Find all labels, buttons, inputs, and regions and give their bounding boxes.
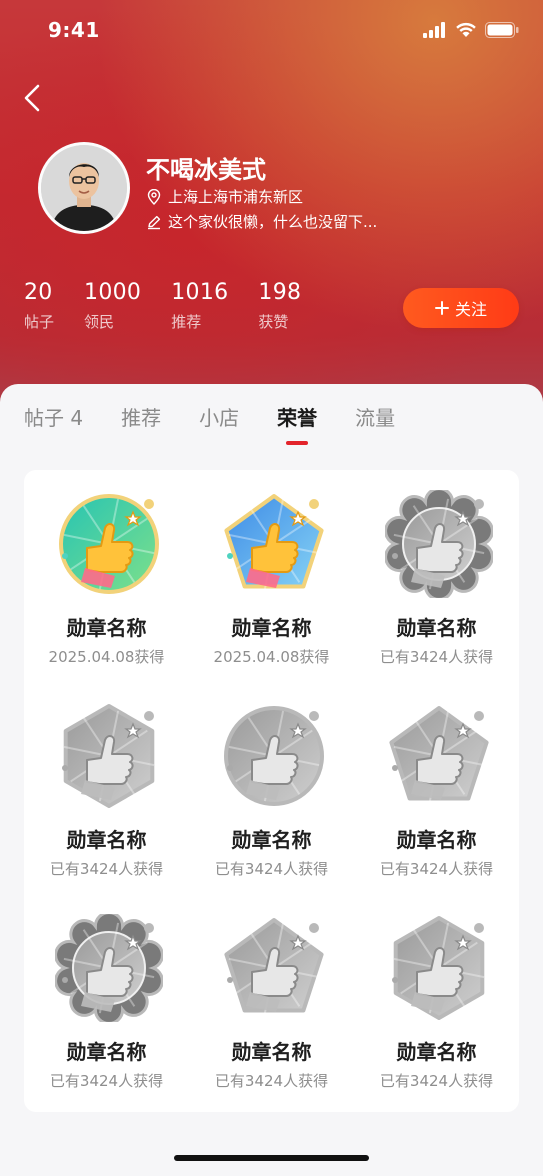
badge-subtitle: 已有3424人获得 bbox=[379, 860, 494, 878]
badge-grid: 勋章名称 2025.04.08获得 勋章名称 2025.04.08获得 勋章名称… bbox=[24, 470, 519, 1112]
tab-posts[interactable]: 帖子 4 bbox=[24, 402, 83, 431]
badge-subtitle: 已有3424人获得 bbox=[214, 860, 329, 878]
bio-row[interactable]: 这个家伙很懒，什么也没留下... bbox=[146, 211, 377, 232]
stat-likes[interactable]: 198 获赞 bbox=[258, 280, 301, 332]
stat-posts[interactable]: 20 帖子 bbox=[24, 280, 54, 332]
location-text: 上海上海市浦东新区 bbox=[168, 188, 304, 206]
cellular-signal-icon bbox=[423, 22, 445, 38]
stat-followers[interactable]: 1000 领民 bbox=[84, 280, 141, 332]
status-time: 9:41 bbox=[48, 18, 100, 42]
locked-circle-badge-icon bbox=[220, 702, 328, 810]
tab-label: 推荐 bbox=[121, 406, 162, 430]
badge-item[interactable]: 勋章名称 2025.04.08获得 bbox=[189, 470, 354, 682]
badge-subtitle: 已有3424人获得 bbox=[379, 1072, 494, 1090]
locked-pentagon-badge-icon bbox=[385, 702, 493, 810]
home-indicator bbox=[174, 1155, 369, 1161]
edit-pencil-icon bbox=[148, 215, 161, 229]
stat-value: 198 bbox=[258, 280, 302, 305]
chevron-left-icon bbox=[24, 84, 40, 112]
earned-pentagon-badge-icon bbox=[220, 490, 328, 598]
locked-hexagon-badge-icon bbox=[55, 702, 163, 810]
badge-name: 勋章名称 bbox=[66, 616, 147, 640]
locked-scallop-badge-icon bbox=[54, 911, 164, 1025]
badge-item[interactable]: 勋章名称 已有3424人获得 bbox=[354, 470, 519, 682]
badge-subtitle: 已有3424人获得 bbox=[49, 1072, 164, 1090]
stat-label: 帖子 bbox=[24, 313, 55, 331]
badge-name: 勋章名称 bbox=[66, 1040, 147, 1064]
profile-header: 9:41 不喝冰美式 上海上海市浦东新区 这个家伙很懒，什么也没留下... 20… bbox=[0, 0, 543, 420]
badge-name: 勋章名称 bbox=[231, 1040, 312, 1064]
badge-item[interactable]: 勋章名称 已有3424人获得 bbox=[189, 894, 354, 1106]
badge-subtitle: 2025.04.08获得 bbox=[48, 648, 165, 666]
stat-label: 推荐 bbox=[171, 313, 202, 331]
plus-icon bbox=[434, 301, 449, 315]
stat-label: 领民 bbox=[84, 313, 115, 331]
back-button[interactable] bbox=[16, 80, 48, 116]
badge-item[interactable]: 勋章名称 已有3424人获得 bbox=[354, 682, 519, 894]
badge-item[interactable]: 勋章名称 2025.04.08获得 bbox=[24, 470, 189, 682]
tab-recommend[interactable]: 推荐 bbox=[121, 402, 161, 431]
tab-bar: 帖子 4 推荐 小店 荣誉 流量 bbox=[24, 402, 433, 445]
stats-row: 20 帖子 1000 领民 1016 推荐 198 获赞 bbox=[24, 280, 331, 332]
location-pin-icon bbox=[147, 188, 161, 205]
badge-item[interactable]: 勋章名称 已有3424人获得 bbox=[189, 682, 354, 894]
stat-recommend[interactable]: 1016 推荐 bbox=[171, 280, 228, 332]
stat-label: 获赞 bbox=[258, 313, 289, 331]
badge-name: 勋章名称 bbox=[66, 828, 147, 852]
tab-label: 帖子 4 bbox=[24, 406, 84, 430]
stat-value: 20 bbox=[24, 280, 53, 305]
badge-subtitle: 2025.04.08获得 bbox=[213, 648, 330, 666]
badge-name: 勋章名称 bbox=[396, 828, 477, 852]
bio-text: 这个家伙很懒，什么也没留下... bbox=[168, 213, 378, 231]
badge-name: 勋章名称 bbox=[396, 1040, 477, 1064]
badge-name: 勋章名称 bbox=[396, 616, 477, 640]
badge-name: 勋章名称 bbox=[231, 616, 312, 640]
badge-item[interactable]: 勋章名称 已有3424人获得 bbox=[24, 682, 189, 894]
stat-value: 1000 bbox=[84, 280, 142, 305]
content-panel: 帖子 4 推荐 小店 荣誉 流量 勋章名称 2025.04.08获得 勋章名称 … bbox=[0, 384, 543, 1176]
tab-label: 荣誉 bbox=[277, 406, 318, 430]
badge-subtitle: 已有3424人获得 bbox=[379, 648, 494, 666]
tab-label: 小店 bbox=[199, 406, 240, 430]
badge-subtitle: 已有3424人获得 bbox=[214, 1072, 329, 1090]
status-bar: 9:41 bbox=[0, 0, 543, 60]
badge-subtitle: 已有3424人获得 bbox=[49, 860, 164, 878]
earned-circle-badge-icon bbox=[55, 490, 163, 598]
tab-honors[interactable]: 荣誉 bbox=[277, 402, 318, 445]
locked-scallop-badge-icon bbox=[384, 487, 494, 601]
stat-value: 1016 bbox=[171, 280, 229, 305]
tab-shop[interactable]: 小店 bbox=[199, 402, 239, 431]
follow-button[interactable]: 关注 bbox=[403, 288, 519, 328]
badge-item[interactable]: 勋章名称 已有3424人获得 bbox=[354, 894, 519, 1106]
avatar[interactable] bbox=[38, 142, 130, 234]
location-row: 上海上海市浦东新区 bbox=[146, 186, 303, 207]
locked-hexagon-badge-icon bbox=[385, 914, 493, 1022]
follow-label: 关注 bbox=[454, 300, 487, 319]
battery-icon bbox=[485, 22, 519, 38]
username: 不喝冰美式 bbox=[146, 156, 266, 184]
tab-traffic[interactable]: 流量 bbox=[355, 402, 395, 431]
wifi-icon bbox=[456, 22, 476, 37]
badge-item[interactable]: 勋章名称 已有3424人获得 bbox=[24, 894, 189, 1106]
tab-active-indicator bbox=[286, 441, 309, 445]
badge-name: 勋章名称 bbox=[231, 828, 312, 852]
tab-label: 流量 bbox=[355, 406, 396, 430]
user-portrait-icon bbox=[41, 145, 127, 231]
locked-pentagon-badge-icon bbox=[220, 914, 328, 1022]
